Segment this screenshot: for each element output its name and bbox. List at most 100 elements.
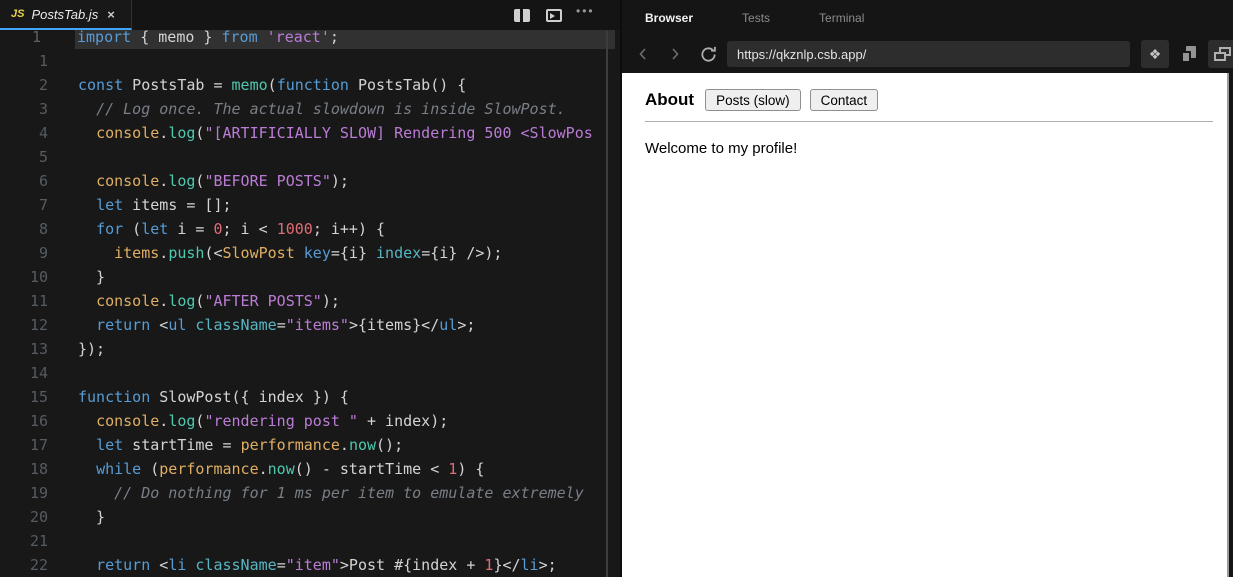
open-new-window-button[interactable] xyxy=(1208,40,1233,68)
code-line-content[interactable]: let items = []; xyxy=(48,193,620,217)
code-line-content[interactable]: return <li className="item">Post #{index… xyxy=(48,553,620,577)
code-line[interactable]: 8 for (let i = 0; i < 1000; i++) { xyxy=(0,217,620,241)
line-number: 12 xyxy=(29,316,48,334)
code-line[interactable]: 13}); xyxy=(0,337,620,361)
codesandbox-window: JS PostsTab.js × ••• 1 import { memo } f… xyxy=(0,0,1233,577)
code-line[interactable]: 20 } xyxy=(0,505,620,529)
code-line[interactable]: 7 let items = []; xyxy=(0,193,620,217)
editor-panel: JS PostsTab.js × ••• 1 import { memo } f… xyxy=(0,0,620,577)
line-number: 10 xyxy=(29,268,48,286)
code-line-content[interactable]: }); xyxy=(48,337,620,361)
code-line[interactable]: 10 } xyxy=(0,265,620,289)
line-number: 18 xyxy=(29,460,48,478)
welcome-text: Welcome to my profile! xyxy=(645,140,798,157)
code-line-content[interactable]: function SlowPost({ index }) { xyxy=(48,385,620,409)
line-number: 3 xyxy=(38,100,48,118)
code-lines: 1 2 const PostsTab = memo(function PostsTa… xyxy=(0,49,620,577)
code-line-content[interactable]: // Log once. The actual slowdown is insi… xyxy=(48,97,620,121)
line-number: 2 xyxy=(38,76,48,94)
code-line-content[interactable] xyxy=(48,49,620,73)
code-line-import-clipped[interactable]: 1 import { memo } from 'react'; xyxy=(0,30,620,49)
tab-terminal[interactable]: Terminal xyxy=(819,11,864,25)
code-line[interactable]: 19 // Do nothing for 1 ms per item to em… xyxy=(0,481,620,505)
page-divider xyxy=(645,121,1213,122)
code-line[interactable]: 5 xyxy=(0,145,620,169)
line-number: 21 xyxy=(29,532,48,550)
page-title-about: About xyxy=(645,90,695,109)
code-line-content[interactable]: while (performance.now() - startTime < 1… xyxy=(48,457,620,481)
code-line-content[interactable]: import { memo } from 'react'; xyxy=(75,30,615,49)
code-line[interactable]: 12 return <ul className="items">{items}<… xyxy=(0,313,620,337)
code-line-content[interactable]: items.push(<SlowPost key={i} index={i} /… xyxy=(48,241,620,265)
forward-icon[interactable] xyxy=(667,46,683,67)
tab-browser[interactable]: Browser xyxy=(645,11,693,25)
back-icon[interactable] xyxy=(635,46,651,67)
browser-viewport: About Posts (slow) Contact Welcome to my… xyxy=(622,73,1229,577)
browser-navbar: ❖ xyxy=(622,36,1233,73)
code-line[interactable]: 11 console.log("AFTER POSTS"); xyxy=(0,289,620,313)
page-header: About Posts (slow) Contact xyxy=(622,73,1227,111)
line-number: 22 xyxy=(29,556,48,574)
preview-panel: Browser Tests Terminal ❖ xyxy=(622,0,1233,577)
code-line-content[interactable]: console.log("rendering post " + index); xyxy=(48,409,620,433)
editor-scrollbar[interactable] xyxy=(606,31,608,577)
code-line[interactable]: 2 const PostsTab = memo(function PostsTab… xyxy=(0,73,620,97)
line-number: 16 xyxy=(29,412,48,430)
js-file-icon: JS xyxy=(11,8,25,20)
open-preview-icon[interactable] xyxy=(546,9,562,22)
code-line-content[interactable]: const PostsTab = memo(function PostsTab(… xyxy=(48,73,620,97)
code-line[interactable]: 22 return <li className="item">Post #{in… xyxy=(0,553,620,577)
line-number: 14 xyxy=(29,364,48,382)
more-options-icon[interactable]: ••• xyxy=(576,4,595,18)
url-input[interactable] xyxy=(727,41,1130,67)
code-line-content[interactable]: for (let i = 0; i < 1000; i++) { xyxy=(48,217,620,241)
tab-tests[interactable]: Tests xyxy=(742,11,770,25)
codesandbox-fork-button[interactable]: ❖ xyxy=(1141,40,1169,68)
posts-slow-button[interactable]: Posts (slow) xyxy=(705,89,801,111)
code-line[interactable]: 18 while (performance.now() - startTime … xyxy=(0,457,620,481)
line-number: 6 xyxy=(38,172,48,190)
code-editor[interactable]: 1 import { memo } from 'react'; 1 2 const … xyxy=(0,30,620,577)
code-line[interactable]: 17 let startTime = performance.now(); xyxy=(0,433,620,457)
line-number: 15 xyxy=(29,388,48,406)
code-line-content[interactable]: } xyxy=(48,265,620,289)
code-line-content[interactable] xyxy=(48,145,620,169)
code-line-content[interactable]: let startTime = performance.now(); xyxy=(48,433,620,457)
split-view-icon[interactable] xyxy=(514,9,530,22)
code-line[interactable]: 4 console.log("[ARTIFICIALLY SLOW] Rende… xyxy=(0,121,620,145)
new-window-icon xyxy=(1213,47,1231,61)
code-line-content[interactable] xyxy=(48,529,620,553)
close-icon[interactable]: × xyxy=(107,7,115,22)
code-line[interactable]: 6 console.log("BEFORE POSTS"); xyxy=(0,169,620,193)
code-line-content[interactable] xyxy=(48,361,620,385)
refresh-icon[interactable] xyxy=(699,45,718,69)
editor-tabbar: JS PostsTab.js × ••• xyxy=(0,0,620,30)
code-line[interactable]: 21 xyxy=(0,529,620,553)
fork-diamonds-icon: ❖ xyxy=(1148,45,1162,62)
code-line[interactable]: 16 console.log("rendering post " + index… xyxy=(0,409,620,433)
copy-icon xyxy=(1180,45,1197,63)
line-number: 19 xyxy=(29,484,48,502)
code-line-content[interactable]: console.log("BEFORE POSTS"); xyxy=(48,169,620,193)
code-line-content[interactable]: // Do nothing for 1 ms per item to emula… xyxy=(48,481,620,505)
code-line[interactable]: 9 items.push(<SlowPost key={i} index={i}… xyxy=(0,241,620,265)
code-line-content[interactable]: console.log("AFTER POSTS"); xyxy=(48,289,620,313)
code-line-content[interactable]: } xyxy=(48,505,620,529)
contact-button[interactable]: Contact xyxy=(809,89,879,111)
code-line[interactable]: 14 xyxy=(0,361,620,385)
copy-url-button[interactable] xyxy=(1174,40,1202,68)
line-number: 13 xyxy=(29,340,48,358)
code-line[interactable]: 1 xyxy=(0,49,620,73)
line-number: 1 xyxy=(31,30,41,46)
code-line[interactable]: 15 function SlowPost({ index }) { xyxy=(0,385,620,409)
code-line-content[interactable]: return <ul className="items">{items}</ul… xyxy=(48,313,620,337)
line-number: 9 xyxy=(38,244,48,262)
line-number: 5 xyxy=(38,148,48,166)
code-line-content[interactable]: console.log("[ARTIFICIALLY SLOW] Renderi… xyxy=(48,121,620,145)
tab-poststab-js[interactable]: JS PostsTab.js × xyxy=(0,0,132,30)
tab-filename: PostsTab.js xyxy=(31,6,99,22)
line-number: 8 xyxy=(38,220,48,238)
line-number: 20 xyxy=(29,508,48,526)
line-number: 11 xyxy=(29,292,48,310)
code-line[interactable]: 3 // Log once. The actual slowdown is in… xyxy=(0,97,620,121)
